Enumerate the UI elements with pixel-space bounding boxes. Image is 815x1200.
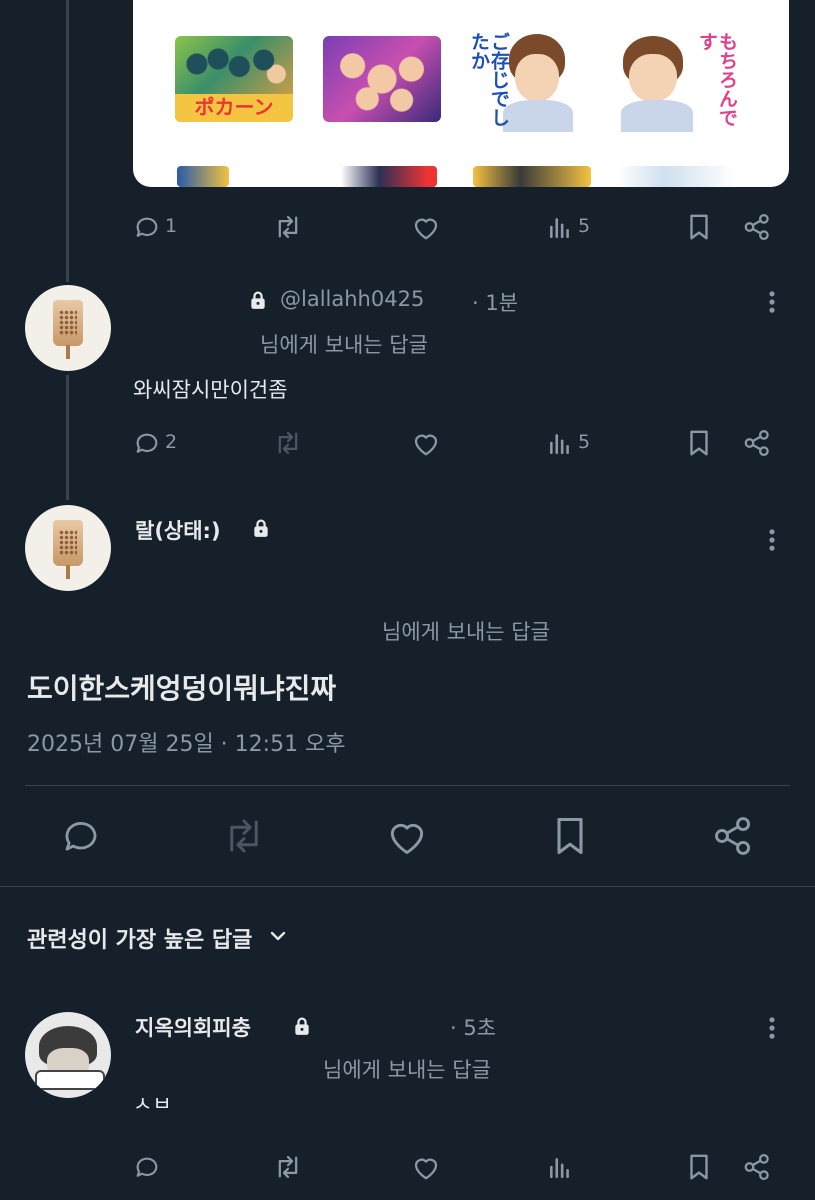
heart-icon bbox=[390, 823, 424, 854]
reply-count: 2 bbox=[165, 431, 178, 453]
sticker-peek bbox=[473, 166, 591, 187]
sticker-image[interactable] bbox=[323, 36, 441, 122]
like-button[interactable] bbox=[411, 1153, 441, 1181]
lock-icon bbox=[252, 518, 270, 538]
share-nodes-icon bbox=[715, 817, 751, 855]
speech-bubble-icon bbox=[136, 1157, 158, 1177]
more-options-button[interactable] bbox=[763, 526, 781, 554]
heart-icon bbox=[414, 1158, 438, 1180]
avatar[interactable] bbox=[25, 1012, 111, 1098]
share-nodes-icon bbox=[744, 1154, 769, 1180]
bookmark-icon bbox=[557, 817, 583, 855]
more-vertical-icon bbox=[769, 529, 775, 551]
share-button[interactable] bbox=[742, 428, 772, 458]
repost-arrows-icon bbox=[230, 819, 258, 853]
view-count: 5 bbox=[578, 215, 591, 237]
bookmark-icon bbox=[690, 430, 708, 456]
sticker-caption: ポカーン bbox=[194, 95, 274, 119]
reply-button[interactable] bbox=[133, 1153, 161, 1181]
reply-to-label: 님에게 보내는 답글 bbox=[382, 620, 550, 644]
lock-icon bbox=[249, 290, 267, 310]
reply-text: 와씨잠시만이건좀 bbox=[133, 378, 288, 402]
speech-bubble-icon bbox=[136, 433, 158, 453]
views-button[interactable] bbox=[547, 1154, 573, 1180]
author-name[interactable]: 지옥의회피충 bbox=[135, 1012, 251, 1042]
reply-button[interactable] bbox=[60, 815, 102, 857]
share-nodes-icon bbox=[744, 214, 769, 240]
reply-button[interactable] bbox=[133, 213, 161, 241]
thread-line-middle bbox=[66, 375, 69, 500]
reply-count: 1 bbox=[165, 215, 178, 237]
more-options-button[interactable] bbox=[763, 1014, 781, 1042]
reply-button[interactable] bbox=[133, 429, 161, 457]
divider bbox=[0, 886, 815, 887]
repost-button[interactable] bbox=[220, 815, 268, 857]
post-text: 도이한스케엉덩이뭐냐진짜 bbox=[27, 672, 337, 705]
repost-button[interactable] bbox=[272, 1153, 304, 1181]
repost-arrows-icon bbox=[278, 431, 298, 455]
sticker-image[interactable]: ご存じでしたか bbox=[469, 26, 589, 132]
sticker-peek bbox=[341, 166, 437, 187]
sticker-caption: もちろんです bbox=[696, 32, 737, 127]
share-nodes-icon bbox=[744, 430, 769, 456]
sticker-peek bbox=[617, 166, 735, 187]
sticker-peek bbox=[177, 166, 229, 187]
view-count: 5 bbox=[578, 431, 591, 453]
more-options-button[interactable] bbox=[763, 288, 781, 316]
reply-handle[interactable]: @lallahh0425 bbox=[280, 287, 424, 311]
repost-arrows-icon bbox=[278, 215, 298, 239]
views-button[interactable] bbox=[547, 430, 573, 456]
sticker-preview-card[interactable]: ポカーン ご存じでしたか もちろんです bbox=[133, 0, 789, 187]
bookmark-icon bbox=[690, 1154, 708, 1180]
bookmark-icon bbox=[690, 214, 708, 240]
post-timestamp[interactable]: 2025년 07월 25일 · 12:51 오후 bbox=[27, 726, 346, 758]
more-vertical-icon bbox=[769, 291, 775, 313]
like-button[interactable] bbox=[411, 213, 441, 241]
heart-icon bbox=[414, 218, 438, 240]
views-button[interactable] bbox=[547, 214, 573, 240]
more-vertical-icon bbox=[769, 1017, 775, 1039]
like-button[interactable] bbox=[411, 429, 441, 457]
bookmark-button[interactable] bbox=[551, 814, 589, 858]
sort-label: 관련성이 가장 높은 답글 bbox=[27, 928, 253, 953]
bookmark-button[interactable] bbox=[686, 428, 712, 458]
avatar[interactable] bbox=[25, 285, 111, 371]
reply-time[interactable]: · 5초 bbox=[450, 1012, 496, 1042]
thread-line-top bbox=[66, 0, 69, 282]
bar-chart-icon bbox=[550, 218, 569, 239]
divider bbox=[25, 785, 790, 786]
avatar[interactable] bbox=[25, 505, 111, 591]
speech-bubble-icon bbox=[136, 217, 158, 237]
sticker-image[interactable]: ポカーン bbox=[175, 36, 293, 122]
sort-selector[interactable]: 관련성이 가장 높은 답글 bbox=[27, 922, 290, 954]
bar-chart-icon bbox=[550, 1158, 569, 1179]
lock-icon bbox=[293, 1016, 311, 1036]
bar-chart-icon bbox=[550, 434, 569, 455]
heart-icon bbox=[414, 434, 438, 456]
speech-bubble-icon bbox=[65, 822, 97, 851]
sticker-caption: ご存じでしたか bbox=[469, 32, 510, 127]
reply-time[interactable]: · 1분 bbox=[472, 287, 518, 317]
repost-button[interactable] bbox=[272, 213, 304, 241]
repost-arrows-icon bbox=[278, 1155, 298, 1179]
author-name[interactable]: 랄(상태:) bbox=[135, 515, 221, 545]
reply-text: ㅅㅂ bbox=[133, 1098, 172, 1114]
sticker-image[interactable]: もちろんです bbox=[615, 26, 737, 132]
like-button[interactable] bbox=[385, 815, 429, 857]
bookmark-button[interactable] bbox=[686, 1152, 712, 1182]
share-button[interactable] bbox=[742, 1152, 772, 1182]
share-button[interactable] bbox=[711, 814, 755, 858]
reply-to-label: 님에게 보내는 답글 bbox=[323, 1058, 491, 1082]
repost-button[interactable] bbox=[272, 429, 304, 457]
share-button[interactable] bbox=[742, 212, 772, 242]
reply-to-label: 님에게 보내는 답글 bbox=[260, 333, 428, 357]
chevron-down-icon bbox=[266, 924, 290, 952]
bookmark-button[interactable] bbox=[686, 212, 712, 242]
